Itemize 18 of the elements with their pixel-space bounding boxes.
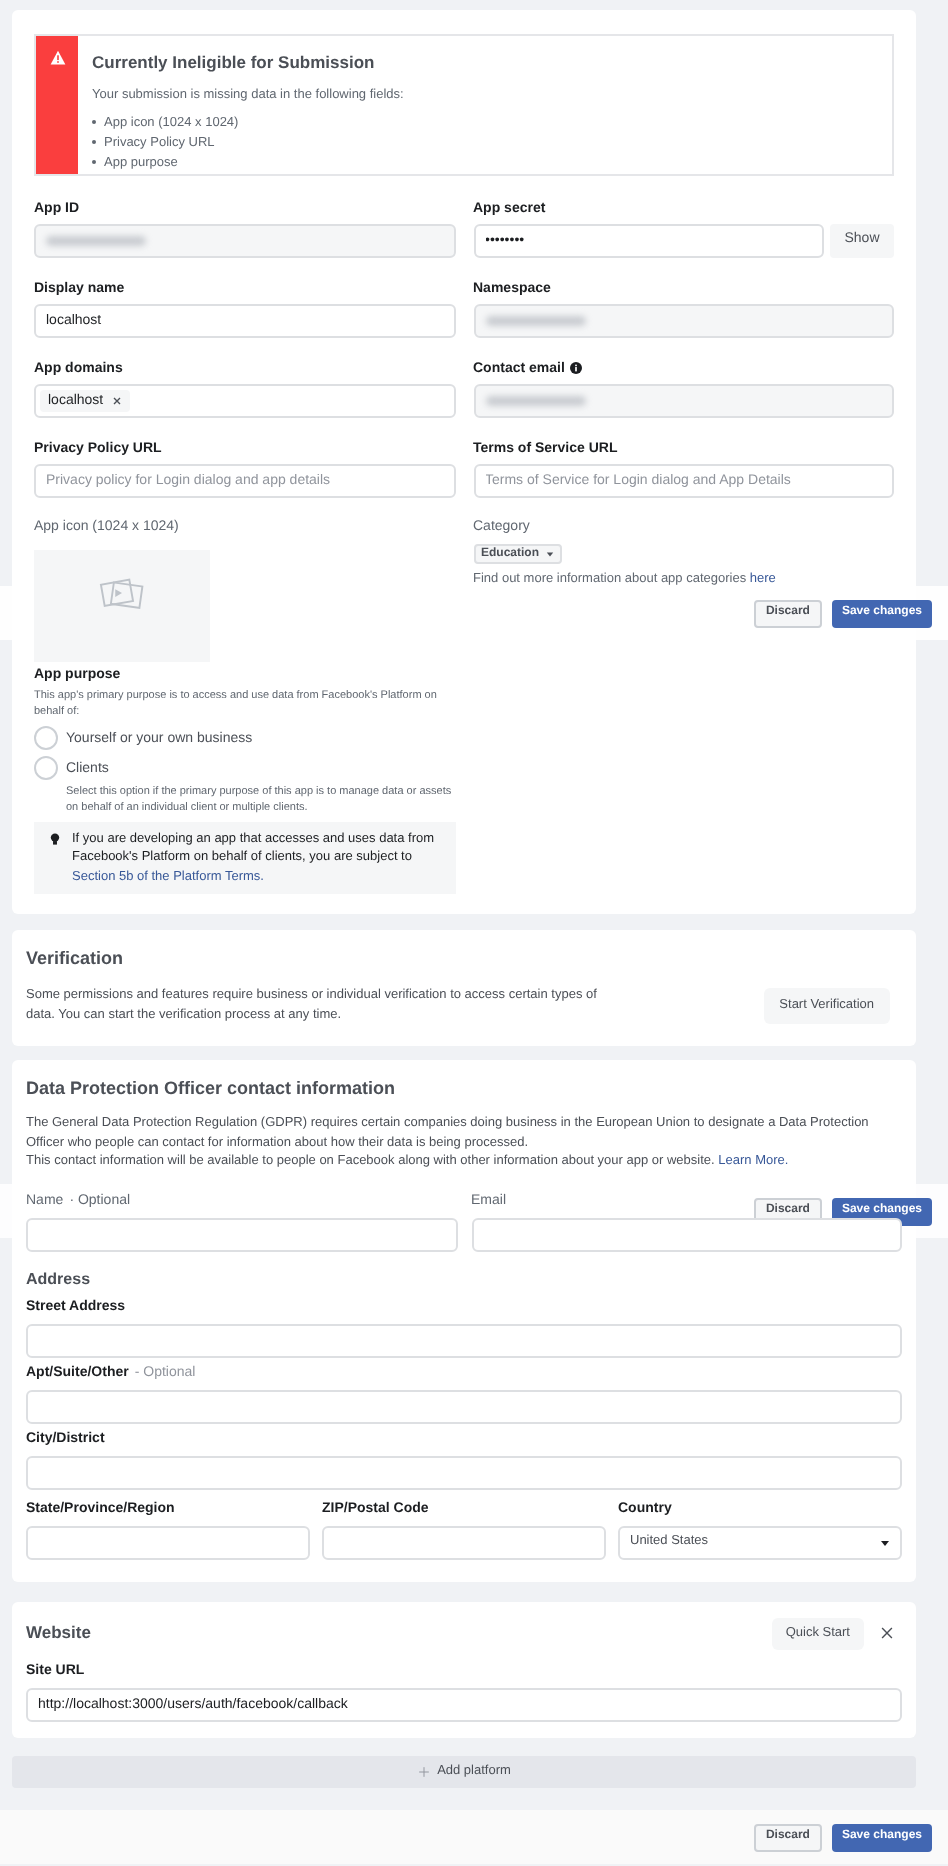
redacted-value	[485, 316, 585, 326]
plus-icon	[417, 1765, 430, 1777]
radio-button[interactable]	[34, 725, 58, 749]
warning-icon	[49, 50, 65, 66]
alert-title: Currently Ineligible for Submission	[92, 50, 377, 76]
close-icon	[880, 1626, 894, 1640]
caret-icon	[545, 550, 554, 558]
radio-button[interactable]	[34, 756, 58, 780]
section-subtitle: Address	[26, 1267, 93, 1291]
remove-icon	[111, 396, 122, 406]
caret-icon	[880, 1537, 890, 1547]
redacted-value	[485, 396, 585, 406]
section-title: Verification	[26, 946, 126, 972]
section-title: Website	[26, 1620, 91, 1646]
icon-upload-area[interactable]	[34, 550, 210, 662]
lightbulb-icon	[48, 831, 62, 845]
redacted-value	[46, 236, 146, 246]
section-title: Data Protection Officer contact information	[26, 1075, 398, 1101]
